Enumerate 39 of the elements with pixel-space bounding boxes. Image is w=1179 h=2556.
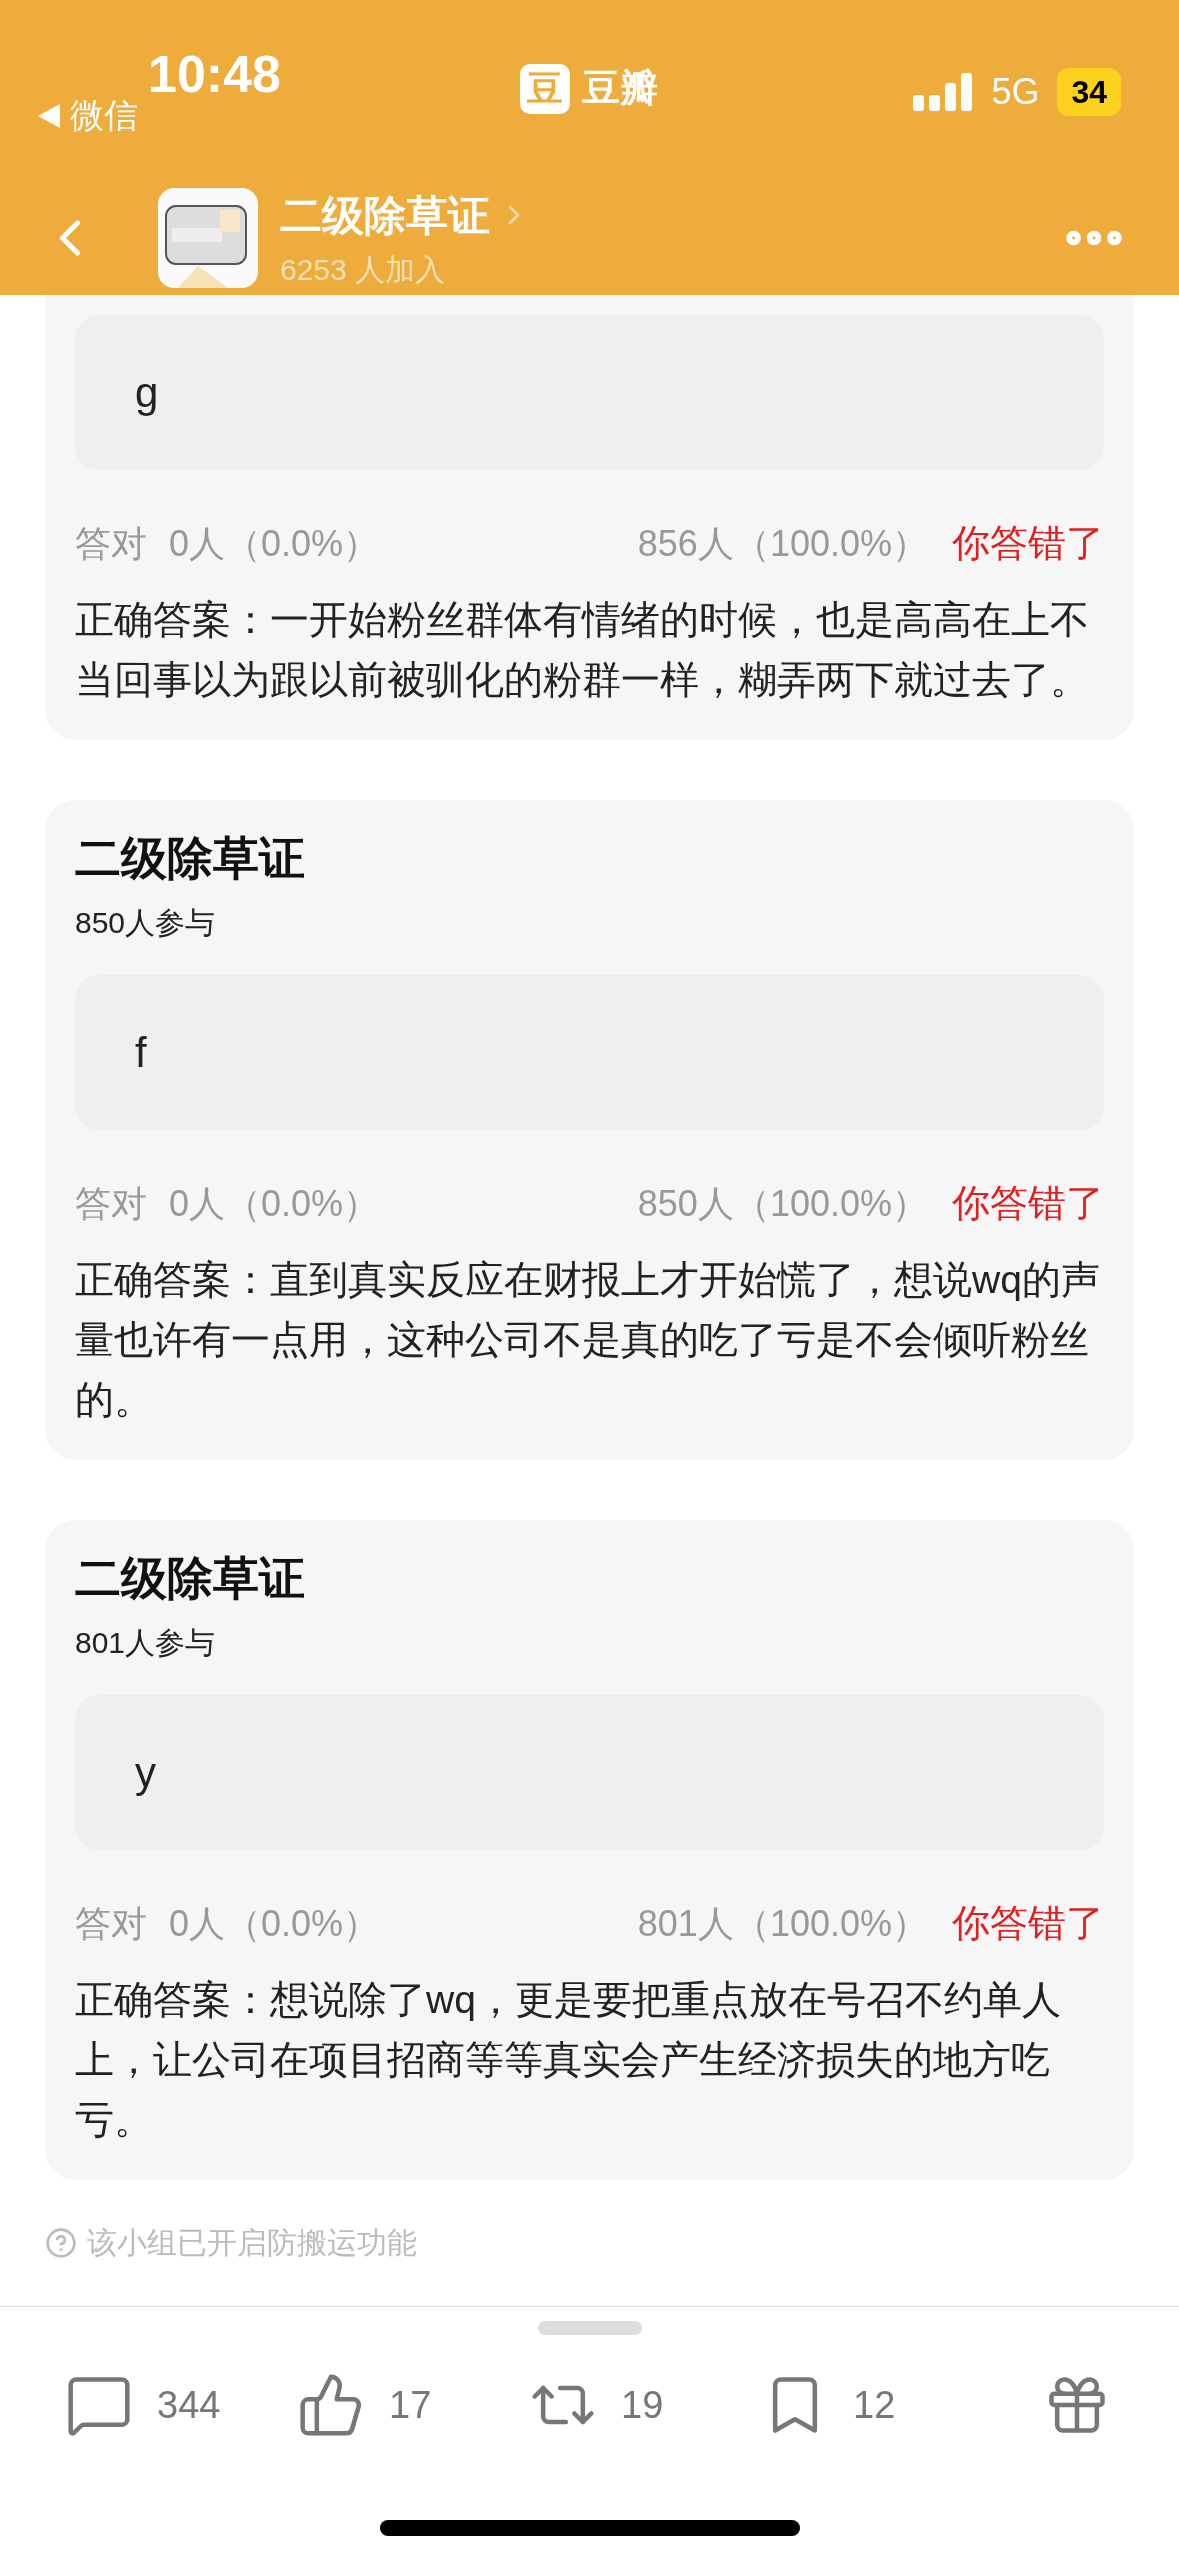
correct-count: 0人（0.0%）: [169, 1901, 380, 1946]
correct-answer: 正确答案：直到真实反应在财报上才开始慌了，想说wq的声量也许有一点用，这种公司不是真的吃了亏是不会倾听粉丝的。: [75, 1257, 1101, 1423]
correct-count: 0人（0.0%）: [169, 521, 380, 566]
correct-label: 答对: [75, 521, 147, 566]
result-text: 你答错了: [952, 1181, 1104, 1226]
wrong-count: 856人（100.0%）: [637, 521, 928, 566]
action-count: 344: [157, 2382, 221, 2428]
option-text: g: [135, 368, 159, 418]
wrong-count: 801人（100.0%）: [637, 1901, 928, 1946]
battery-level: 34: [1057, 68, 1121, 116]
notice-text: 该小组已开启防搬运功能: [87, 2225, 417, 2261]
quiz-title: 二级除草证: [75, 831, 306, 886]
action-count: 17: [389, 2382, 432, 2428]
quiz-title: 二级除草证: [75, 1551, 306, 1606]
correct-answer: 正确答案：一开始粉丝群体有情绪的时候，也是高高在上不当回事以为跟以前被驯化的粉群一样，糊弄两下就过去了。: [75, 597, 1090, 703]
option-text: y: [135, 1748, 156, 1798]
participant-count: 801人参与: [75, 1625, 217, 1661]
wrong-count: 850人（100.0%）: [637, 1181, 928, 1226]
member-count: 6253 人加入: [280, 251, 447, 288]
network-type: 5G: [991, 70, 1040, 114]
result-text: 你答错了: [952, 521, 1104, 566]
action-count: 19: [621, 2382, 664, 2428]
option-box[interactable]: g: [75, 315, 1104, 470]
option-box[interactable]: f: [75, 975, 1104, 1130]
participant-count: 850人参与: [75, 905, 217, 941]
correct-answer: 正确答案：想说除了wq，更是要把重点放在号召不约单人上，让公司在项目招商等等真实会产生经济损失的地方吃亏。: [75, 1977, 1062, 2143]
option-text: f: [135, 1028, 147, 1078]
result-text: 你答错了: [952, 1901, 1104, 1946]
app-logo: 豆: [520, 63, 570, 114]
drag-handle[interactable]: [538, 2321, 642, 2335]
option-box[interactable]: y: [75, 1695, 1104, 1850]
signal-icon: [913, 73, 974, 111]
app-name: 豆瓣: [582, 66, 658, 111]
help-icon: [45, 2226, 77, 2259]
correct-label: 答对: [75, 1901, 147, 1946]
action-count: 12: [853, 2382, 896, 2428]
correct-count: 0人（0.0%）: [169, 1181, 380, 1226]
correct-label: 答对: [75, 1181, 147, 1226]
clock: 10:48: [148, 44, 281, 105]
